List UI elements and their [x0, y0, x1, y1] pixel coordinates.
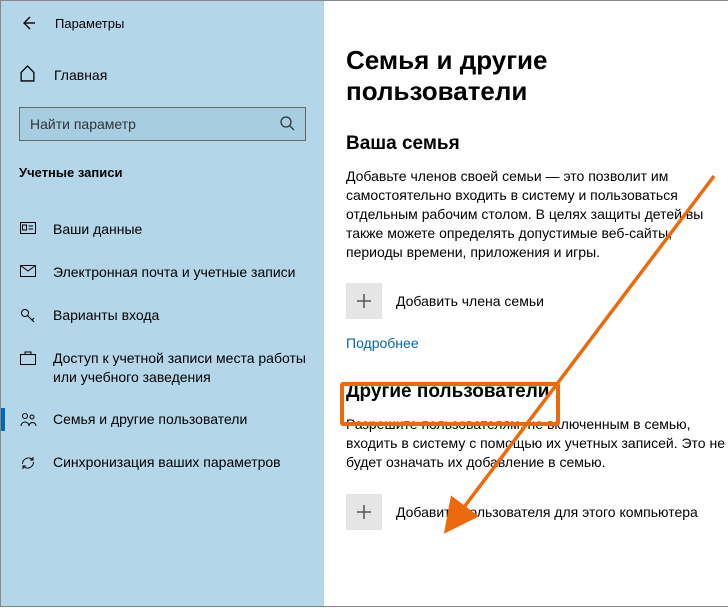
family-description: Добавьте членов своей семьи — это позвол… — [346, 167, 728, 261]
sidebar-item-label: Электронная почта и учетные записи — [53, 263, 295, 282]
section-title-family: Ваша семья — [346, 133, 728, 155]
key-icon — [19, 306, 37, 324]
home-icon — [19, 65, 36, 85]
back-button[interactable] — [19, 14, 37, 32]
page-title: Семья и другие пользователи — [346, 45, 728, 107]
sidebar-item-work-school[interactable]: Доступ к учетной записи места работы или… — [1, 337, 324, 399]
add-family-member-button[interactable]: Добавить члена семьи — [346, 283, 728, 319]
plus-icon — [346, 494, 382, 530]
add-other-label: Добавить пользователя для этого компьюте… — [396, 504, 698, 520]
sidebar: Параметры Главная Учетные записи Ваши да… — [1, 1, 324, 606]
id-card-icon — [19, 220, 37, 236]
others-description: Разрешите пользователям, не включенным в… — [346, 415, 728, 472]
sidebar-item-label: Доступ к учетной записи места работы или… — [53, 349, 306, 387]
nav-list: Ваши данные Электронная почта и учетные … — [1, 208, 324, 484]
people-icon — [19, 410, 37, 427]
sidebar-item-label: Варианты входа — [53, 306, 159, 325]
sidebar-item-signin-options[interactable]: Варианты входа — [1, 294, 324, 337]
sidebar-item-family-other[interactable]: Семья и другие пользователи — [1, 398, 324, 441]
add-family-label: Добавить члена семьи — [396, 293, 544, 309]
sidebar-item-sync[interactable]: Синхронизация ваших параметров — [1, 441, 324, 484]
sidebar-item-label: Ваши данные — [53, 220, 142, 239]
add-other-user-button[interactable]: Добавить пользователя для этого компьюте… — [346, 494, 728, 530]
category-header: Учетные записи — [1, 141, 324, 190]
mail-icon — [19, 263, 37, 277]
plus-icon — [346, 283, 382, 319]
titlebar: Параметры — [1, 1, 324, 45]
window-title: Параметры — [55, 16, 124, 31]
section-title-others: Другие пользователи — [346, 381, 728, 403]
search-box[interactable] — [19, 107, 306, 141]
main-content: Семья и другие пользователи Ваша семья Д… — [324, 1, 728, 606]
sidebar-item-label: Синхронизация ваших параметров — [53, 453, 281, 472]
learn-more-link[interactable]: Подробнее — [346, 335, 728, 351]
sidebar-item-email-accounts[interactable]: Электронная почта и учетные записи — [1, 251, 324, 294]
arrow-left-icon — [20, 15, 36, 31]
search-icon — [279, 115, 295, 134]
sync-icon — [19, 453, 37, 471]
sidebar-item-your-info[interactable]: Ваши данные — [1, 208, 324, 251]
home-button[interactable]: Главная — [1, 55, 324, 95]
sidebar-item-label: Семья и другие пользователи — [53, 410, 247, 429]
home-label: Главная — [54, 67, 107, 83]
search-input[interactable] — [30, 116, 279, 132]
briefcase-icon — [19, 349, 37, 365]
